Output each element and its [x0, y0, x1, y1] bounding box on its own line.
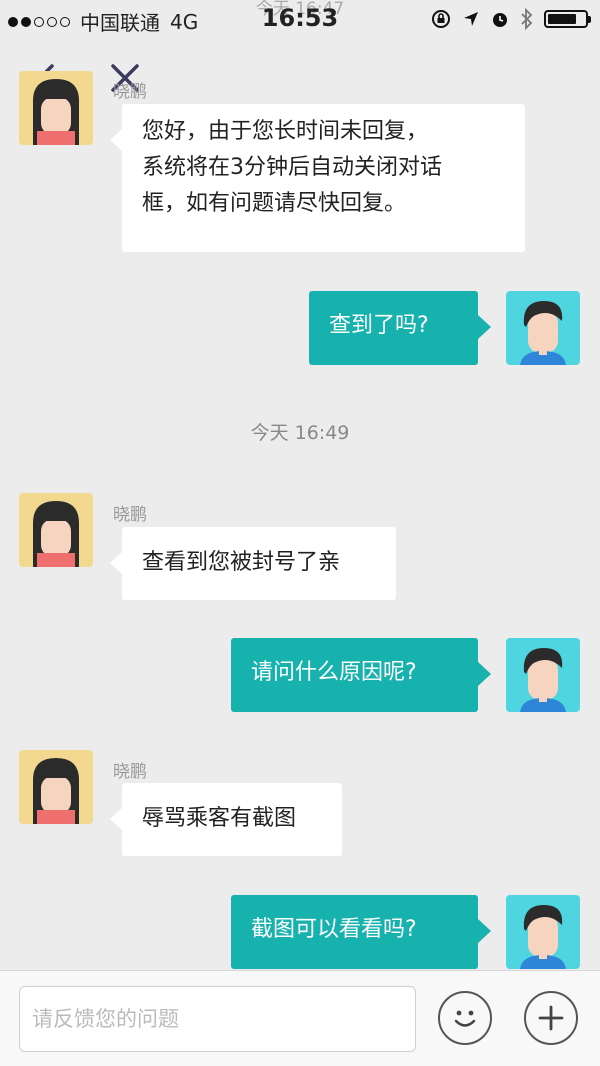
message-text: 查到了吗? [329, 313, 429, 338]
alarm-icon [493, 13, 507, 27]
incoming-message-bubble[interactable]: 查看到您被封号了亲 [110, 527, 396, 600]
outgoing-message-bubble[interactable]: 截图可以看看吗? [231, 895, 491, 969]
user-avatar[interactable] [506, 895, 580, 969]
message-text: 截图可以看看吗? [251, 917, 417, 942]
user-avatar[interactable] [506, 638, 580, 712]
emoji-button[interactable] [438, 991, 492, 1045]
status-right [430, 8, 591, 30]
input-bar: 请反馈您的问题 [0, 970, 600, 1066]
message-line: 您好，由于您长时间未回复， [142, 119, 429, 144]
message-text: 查看到您被封号了亲 [142, 550, 341, 575]
sender-name: 晓鹏 [113, 505, 147, 525]
agent-avatar[interactable] [19, 493, 93, 567]
add-button[interactable] [524, 991, 578, 1045]
battery-level [548, 14, 576, 24]
timestamp: 今天 16:49 [250, 422, 350, 444]
message-text: 请问什么原因呢? [251, 660, 417, 685]
incoming-message-bubble[interactable]: 您好，由于您长时间未回复， 系统将在3分钟后自动关闭对话 框，如有问题请尽快回复… [110, 104, 525, 252]
emoji-icon [454, 1010, 476, 1027]
sender-name: 晓鹏 [113, 762, 147, 782]
outgoing-message-bubble[interactable]: 请问什么原因呢? [231, 638, 491, 712]
agent-avatar[interactable] [19, 750, 93, 824]
location-arrow-icon [464, 12, 478, 26]
message-text: 辱骂乘客有截图 [142, 806, 297, 831]
plus-icon [538, 1005, 564, 1031]
battery-icon [544, 10, 591, 28]
outgoing-message-bubble[interactable]: 查到了吗? [309, 291, 491, 365]
bluetooth-icon [521, 8, 533, 30]
message-line: 框，如有问题请尽快回复。 [142, 191, 407, 216]
incoming-message-bubble[interactable]: 辱骂乘客有截图 [110, 783, 342, 856]
sender-name: 晓鹏 [113, 82, 147, 102]
message-input[interactable]: 请反馈您的问题 [19, 986, 416, 1052]
agent-avatar[interactable] [19, 71, 93, 145]
status-bar: 今天 16:47 中国联通 4G 16:53 [0, 0, 600, 40]
lock-rotation-icon [432, 10, 450, 28]
message-line: 系统将在3分钟后自动关闭对话 [142, 155, 442, 180]
user-avatar[interactable] [506, 291, 580, 365]
